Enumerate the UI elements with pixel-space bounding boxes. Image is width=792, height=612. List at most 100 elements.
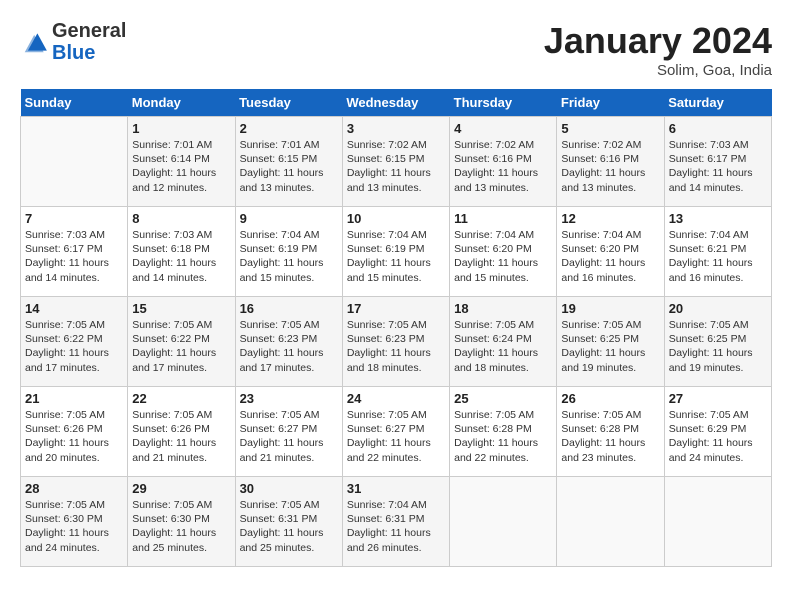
calendar-cell: 6 Sunrise: 7:03 AM Sunset: 6:17 PM Daylig… (664, 117, 771, 207)
day-info: Sunrise: 7:05 AM Sunset: 6:25 PM Dayligh… (561, 318, 659, 375)
day-info: Sunrise: 7:04 AM Sunset: 6:21 PM Dayligh… (669, 228, 767, 285)
calendar-cell: 5 Sunrise: 7:02 AM Sunset: 6:16 PM Daylig… (557, 117, 664, 207)
location: Solim, Goa, India (544, 62, 772, 79)
day-info: Sunrise: 7:05 AM Sunset: 6:28 PM Dayligh… (561, 408, 659, 465)
day-info: Sunrise: 7:02 AM Sunset: 6:16 PM Dayligh… (454, 138, 552, 195)
day-number: 21 (25, 391, 123, 406)
page-header: General Blue January 2024 Solim, Goa, In… (20, 20, 772, 79)
calendar-cell: 17 Sunrise: 7:05 AM Sunset: 6:23 PM Dayli… (342, 297, 449, 387)
calendar-cell: 2 Sunrise: 7:01 AM Sunset: 6:15 PM Daylig… (235, 117, 342, 207)
calendar-cell: 8Sunrise: 7:03 AM Sunset: 6:18 PM Daylig… (128, 207, 235, 297)
calendar-cell: 9Sunrise: 7:04 AM Sunset: 6:19 PM Daylig… (235, 207, 342, 297)
day-info: Sunrise: 7:05 AM Sunset: 6:22 PM Dayligh… (132, 318, 230, 375)
day-info: Sunrise: 7:02 AM Sunset: 6:16 PM Dayligh… (561, 138, 659, 195)
calendar-cell: 29 Sunrise: 7:05 AM Sunset: 6:30 PM Dayli… (128, 477, 235, 567)
week-row-1: 1Sunrise: 7:01 AM Sunset: 6:14 PM Daylig… (21, 117, 772, 207)
day-number: 29 (132, 481, 230, 496)
day-info: Sunrise: 7:05 AM Sunset: 6:29 PM Dayligh… (669, 408, 767, 465)
day-number: 26 (561, 391, 659, 406)
title-block: January 2024 Solim, Goa, India (544, 20, 772, 79)
day-number: 13 (669, 211, 767, 226)
day-info: Sunrise: 7:01 AM Sunset: 6:15 PM Dayligh… (240, 138, 338, 195)
calendar-cell: 31 Sunrise: 7:04 AM Sunset: 6:31 PM Dayli… (342, 477, 449, 567)
calendar-cell: 13 Sunrise: 7:04 AM Sunset: 6:21 PM Dayli… (664, 207, 771, 297)
day-number: 31 (347, 481, 445, 496)
calendar-cell: 28 Sunrise: 7:05 AM Sunset: 6:30 PM Dayli… (21, 477, 128, 567)
calendar-cell: 10Sunrise: 7:04 AM Sunset: 6:19 PM Dayli… (342, 207, 449, 297)
calendar-header-row: SundayMondayTuesdayWednesdayThursdayFrid… (21, 89, 772, 117)
calendar-cell: 3Sunrise: 7:02 AM Sunset: 6:15 PM Daylig… (342, 117, 449, 207)
month-title: January 2024 (544, 20, 772, 62)
day-info: Sunrise: 7:05 AM Sunset: 6:23 PM Dayligh… (240, 318, 338, 375)
calendar-cell: 30 Sunrise: 7:05 AM Sunset: 6:31 PM Dayli… (235, 477, 342, 567)
day-number: 12 (561, 211, 659, 226)
day-info: Sunrise: 7:03 AM Sunset: 6:17 PM Dayligh… (25, 228, 123, 285)
calendar-cell (664, 477, 771, 567)
calendar-body: 1Sunrise: 7:01 AM Sunset: 6:14 PM Daylig… (21, 117, 772, 567)
day-info: Sunrise: 7:05 AM Sunset: 6:23 PM Dayligh… (347, 318, 445, 375)
day-info: Sunrise: 7:05 AM Sunset: 6:22 PM Dayligh… (25, 318, 123, 375)
day-info: Sunrise: 7:05 AM Sunset: 6:24 PM Dayligh… (454, 318, 552, 375)
col-header-sunday: Sunday (21, 89, 128, 117)
day-info: Sunrise: 7:03 AM Sunset: 6:17 PM Dayligh… (669, 138, 767, 195)
day-info: Sunrise: 7:05 AM Sunset: 6:26 PM Dayligh… (132, 408, 230, 465)
day-number: 24 (347, 391, 445, 406)
logo-icon (20, 27, 50, 57)
day-number: 25 (454, 391, 552, 406)
calendar-cell: 27 Sunrise: 7:05 AM Sunset: 6:29 PM Dayli… (664, 387, 771, 477)
week-row-3: 14 Sunrise: 7:05 AM Sunset: 6:22 PM Dayli… (21, 297, 772, 387)
day-info: Sunrise: 7:02 AM Sunset: 6:15 PM Dayligh… (347, 138, 445, 195)
day-number: 14 (25, 301, 123, 316)
col-header-wednesday: Wednesday (342, 89, 449, 117)
week-row-5: 28 Sunrise: 7:05 AM Sunset: 6:30 PM Dayli… (21, 477, 772, 567)
calendar-cell: 12 Sunrise: 7:04 AM Sunset: 6:20 PM Dayli… (557, 207, 664, 297)
week-row-2: 7 Sunrise: 7:03 AM Sunset: 6:17 PM Daylig… (21, 207, 772, 297)
col-header-tuesday: Tuesday (235, 89, 342, 117)
calendar-cell (557, 477, 664, 567)
calendar-cell: 16 Sunrise: 7:05 AM Sunset: 6:23 PM Dayli… (235, 297, 342, 387)
calendar-cell: 25Sunrise: 7:05 AM Sunset: 6:28 PM Dayli… (450, 387, 557, 477)
col-header-thursday: Thursday (450, 89, 557, 117)
logo-text: General Blue (52, 20, 126, 64)
day-number: 15 (132, 301, 230, 316)
day-number: 6 (669, 121, 767, 136)
calendar-cell: 21Sunrise: 7:05 AM Sunset: 6:26 PM Dayli… (21, 387, 128, 477)
day-number: 16 (240, 301, 338, 316)
day-info: Sunrise: 7:04 AM Sunset: 6:31 PM Dayligh… (347, 498, 445, 555)
calendar-cell: 24 Sunrise: 7:05 AM Sunset: 6:27 PM Dayli… (342, 387, 449, 477)
day-info: Sunrise: 7:04 AM Sunset: 6:20 PM Dayligh… (561, 228, 659, 285)
day-number: 1 (132, 121, 230, 136)
calendar-cell: 26 Sunrise: 7:05 AM Sunset: 6:28 PM Dayli… (557, 387, 664, 477)
day-number: 5 (561, 121, 659, 136)
day-number: 4 (454, 121, 552, 136)
calendar-cell (450, 477, 557, 567)
day-info: Sunrise: 7:05 AM Sunset: 6:27 PM Dayligh… (347, 408, 445, 465)
day-info: Sunrise: 7:05 AM Sunset: 6:30 PM Dayligh… (132, 498, 230, 555)
calendar-table: SundayMondayTuesdayWednesdayThursdayFrid… (20, 89, 772, 567)
day-number: 23 (240, 391, 338, 406)
logo: General Blue (20, 20, 126, 64)
calendar-cell: 1Sunrise: 7:01 AM Sunset: 6:14 PM Daylig… (128, 117, 235, 207)
day-number: 7 (25, 211, 123, 226)
day-number: 8 (132, 211, 230, 226)
day-info: Sunrise: 7:05 AM Sunset: 6:30 PM Dayligh… (25, 498, 123, 555)
day-number: 9 (240, 211, 338, 226)
calendar-cell: 4 Sunrise: 7:02 AM Sunset: 6:16 PM Daylig… (450, 117, 557, 207)
calendar-cell: 22Sunrise: 7:05 AM Sunset: 6:26 PM Dayli… (128, 387, 235, 477)
calendar-cell: 15 Sunrise: 7:05 AM Sunset: 6:22 PM Dayli… (128, 297, 235, 387)
col-header-saturday: Saturday (664, 89, 771, 117)
day-number: 27 (669, 391, 767, 406)
day-number: 20 (669, 301, 767, 316)
day-number: 11 (454, 211, 552, 226)
day-info: Sunrise: 7:04 AM Sunset: 6:20 PM Dayligh… (454, 228, 552, 285)
day-number: 28 (25, 481, 123, 496)
calendar-cell: 11 Sunrise: 7:04 AM Sunset: 6:20 PM Dayli… (450, 207, 557, 297)
day-number: 30 (240, 481, 338, 496)
week-row-4: 21 Sunrise: 7:05 AM Sunset: 6:26 PM Dayli… (21, 387, 772, 477)
day-info: Sunrise: 7:05 AM Sunset: 6:27 PM Dayligh… (240, 408, 338, 465)
day-number: 2 (240, 121, 338, 136)
day-number: 17 (347, 301, 445, 316)
day-number: 10 (347, 211, 445, 226)
col-header-monday: Monday (128, 89, 235, 117)
day-info: Sunrise: 7:05 AM Sunset: 6:31 PM Dayligh… (240, 498, 338, 555)
